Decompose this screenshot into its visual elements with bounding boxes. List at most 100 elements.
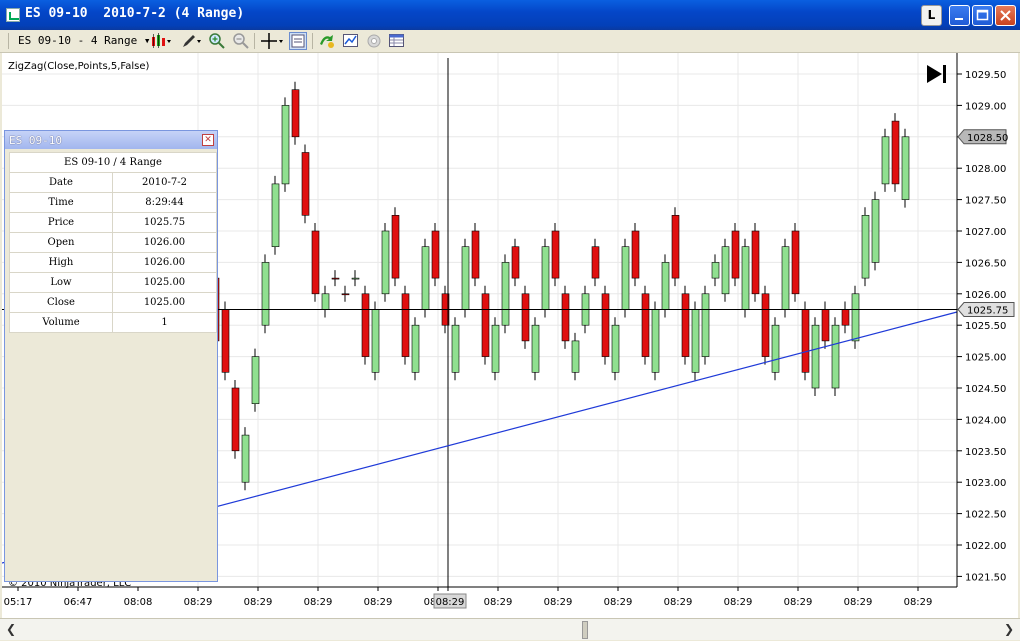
table-row: High 1026.00 bbox=[9, 252, 217, 273]
data-box-table: ES 09-10 / 4 Range Date 2010-7-2 Time 8:29… bbox=[9, 152, 217, 333]
candle-body bbox=[231, 387, 240, 452]
candle-body bbox=[621, 246, 630, 310]
time-tick-label: 05:17 bbox=[4, 597, 33, 608]
zoom-out-button[interactable] bbox=[232, 32, 250, 50]
jump-to-end-button[interactable] bbox=[927, 65, 946, 83]
toolbar-separator bbox=[312, 33, 313, 49]
maximize-button[interactable] bbox=[972, 5, 993, 26]
last-price-label: 1028.50 bbox=[967, 133, 1008, 144]
table-row: Close 1025.00 bbox=[9, 292, 217, 313]
candle-body bbox=[761, 293, 770, 357]
maximize-icon bbox=[976, 9, 989, 21]
candle-body bbox=[401, 293, 410, 357]
row-value: 1025.75 bbox=[112, 212, 217, 233]
properties-button[interactable] bbox=[366, 32, 384, 50]
pencil-icon bbox=[183, 35, 201, 47]
minimize-button[interactable] bbox=[949, 5, 970, 26]
price-tick-label: 1023.50 bbox=[965, 447, 1006, 458]
price-tick-label: 1024.50 bbox=[965, 384, 1006, 395]
strategy-icon bbox=[320, 35, 334, 48]
table-icon bbox=[389, 34, 404, 47]
row-label: Volume bbox=[9, 312, 113, 333]
candle-body bbox=[601, 293, 610, 357]
time-tick-label: 08:29 bbox=[784, 597, 813, 608]
data-box-titlebar[interactable]: ES 09-10 ✕ bbox=[5, 131, 217, 149]
candle-body bbox=[821, 309, 830, 342]
zoom-out-icon bbox=[233, 33, 249, 49]
indicator-label: ZigZag(Close,Points,5,False) bbox=[8, 61, 149, 72]
row-value: 8:29:44 bbox=[112, 192, 217, 213]
candle-body bbox=[461, 246, 470, 310]
candle-body bbox=[631, 230, 640, 279]
scroll-right-icon[interactable]: ❯ bbox=[1002, 622, 1016, 636]
candle-body bbox=[651, 309, 660, 373]
time-tick-label: 08:29 bbox=[244, 597, 273, 608]
candle-body bbox=[541, 246, 550, 310]
gear-icon bbox=[367, 34, 381, 48]
data-box-close-button[interactable]: ✕ bbox=[202, 134, 214, 146]
instrument-selector[interactable]: ES 09-10 - 4 Range ▾ bbox=[14, 32, 154, 50]
candle-body bbox=[781, 246, 790, 310]
time-tick-label: 06:47 bbox=[64, 597, 93, 608]
crosshair-time-label: 08:29 bbox=[436, 597, 465, 608]
crosshair-time-marker: 08:29 bbox=[433, 593, 467, 609]
crosshair-button[interactable] bbox=[260, 32, 283, 50]
data-box-button[interactable] bbox=[289, 32, 307, 50]
time-tick-label: 08:29 bbox=[304, 597, 333, 608]
candle-body bbox=[421, 246, 430, 310]
horizontal-scrollbar[interactable]: ❮ ❯ bbox=[0, 618, 1020, 640]
price-tick-label: 1022.50 bbox=[965, 510, 1006, 521]
candle-body bbox=[751, 230, 760, 295]
indicators-button[interactable] bbox=[342, 32, 360, 50]
scroll-left-icon[interactable]: ❮ bbox=[4, 622, 18, 636]
strategies-button[interactable] bbox=[318, 32, 336, 50]
time-tick-label: 08:29 bbox=[604, 597, 633, 608]
toolbar-grip bbox=[8, 33, 9, 49]
candle-body bbox=[481, 293, 490, 357]
candle-body bbox=[691, 309, 700, 373]
data-box-header: ES 09-10 / 4 Range bbox=[9, 152, 217, 173]
time-tick-label: 08:29 bbox=[484, 597, 513, 608]
candle-body bbox=[671, 215, 680, 279]
candle-body bbox=[371, 309, 380, 373]
chart-app-icon bbox=[6, 8, 20, 22]
row-label: Price bbox=[9, 212, 113, 233]
indicator-icon bbox=[343, 34, 358, 47]
close-button[interactable] bbox=[995, 5, 1016, 26]
bar-type-button[interactable] bbox=[150, 32, 171, 50]
table-row: Price 1025.75 bbox=[9, 212, 217, 233]
data-series-button[interactable] bbox=[388, 32, 406, 50]
candle-body bbox=[331, 277, 340, 280]
zoom-in-icon bbox=[209, 33, 225, 49]
row-label: Time bbox=[9, 192, 113, 213]
row-label: Close bbox=[9, 292, 113, 313]
crosshair-price-label: 1025.75 bbox=[967, 306, 1008, 317]
data-box-window[interactable]: ES 09-10 ✕ ES 09-10 / 4 Range Date 2010-7… bbox=[4, 130, 218, 582]
candle-body bbox=[531, 324, 540, 373]
link-button[interactable]: L bbox=[921, 5, 942, 26]
time-tick-label: 08:29 bbox=[364, 597, 393, 608]
candle-body bbox=[591, 246, 600, 279]
table-row: Date 2010-7-2 bbox=[9, 172, 217, 193]
scrollbar-thumb[interactable] bbox=[582, 621, 588, 639]
row-label: Open bbox=[9, 232, 113, 253]
title-bar[interactable]: ES 09-10 2010-7-2 (4 Range) L bbox=[0, 0, 1020, 30]
minimize-icon bbox=[955, 18, 963, 20]
zoom-in-button[interactable] bbox=[208, 32, 226, 50]
drawing-tools-button[interactable] bbox=[180, 32, 201, 50]
candle-body bbox=[701, 293, 710, 357]
table-row: Open 1026.00 bbox=[9, 232, 217, 253]
price-tick-label: 1029.50 bbox=[965, 70, 1006, 81]
row-label: Low bbox=[9, 272, 113, 293]
candle-body bbox=[871, 199, 880, 263]
price-tick-label: 1025.50 bbox=[965, 321, 1006, 332]
time-tick-label: 08:29 bbox=[664, 597, 693, 608]
candle-body bbox=[251, 356, 260, 405]
candle-body bbox=[791, 230, 800, 295]
data-box-title: ES 09-10 bbox=[9, 134, 62, 147]
table-row: Time 8:29:44 bbox=[9, 192, 217, 213]
candle-body bbox=[801, 309, 810, 373]
row-value: 1 bbox=[112, 312, 217, 333]
time-tick-label: 08:29 bbox=[184, 597, 213, 608]
row-label: High bbox=[9, 252, 113, 273]
